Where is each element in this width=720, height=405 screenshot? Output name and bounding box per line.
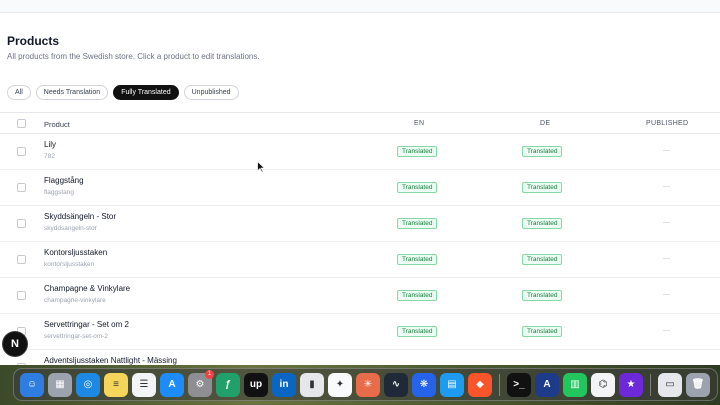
en-status-badge: Translated xyxy=(397,254,438,265)
page-title: Products xyxy=(7,34,60,48)
header-de: DE xyxy=(540,120,551,127)
product-slug: 782 xyxy=(44,153,55,160)
claude-icon[interactable]: ✳ xyxy=(356,372,380,397)
top-bar-remnant: — ― ——— ― xyxy=(60,0,133,3)
docker-icon[interactable]: ▤ xyxy=(440,372,464,397)
filter-unpublished[interactable]: Unpublished xyxy=(183,85,239,100)
row-checkbox[interactable] xyxy=(17,255,26,264)
notes-icon[interactable]: ≡ xyxy=(104,372,128,397)
launchpad-icon[interactable]: ▦ xyxy=(48,372,72,397)
chatgpt-icon[interactable]: ⌬ xyxy=(591,372,615,397)
top-bar: — ― ——— ― xyxy=(0,0,720,13)
product-name[interactable]: Champagne & Vinkylare xyxy=(44,284,130,293)
product-name[interactable]: Adventsljusstaken Nattlight - Mässing xyxy=(44,356,177,365)
document-preview-icon[interactable]: ▭ xyxy=(658,372,682,397)
de-status-badge: Translated xyxy=(522,254,563,265)
published-value: — xyxy=(663,219,670,226)
published-value: — xyxy=(663,255,670,262)
terminal-icon[interactable]: >_ xyxy=(507,372,531,397)
published-value: — xyxy=(663,291,670,298)
table-row[interactable]: Champagne & Vinkylare champagne-vinkylar… xyxy=(0,278,720,314)
page-subtitle: All products from the Swedish store. Cli… xyxy=(7,52,260,61)
select-all-checkbox[interactable] xyxy=(17,119,26,128)
mouse-cursor-icon xyxy=(257,161,265,173)
dock-separator xyxy=(650,373,651,396)
table-header: Product EN DE PUBLISHED xyxy=(0,112,720,134)
table-row[interactable]: Flaggstång flaggstang Translated Transla… xyxy=(0,170,720,206)
row-checkbox[interactable] xyxy=(17,147,26,156)
money-app-icon[interactable]: ƒ xyxy=(216,372,240,397)
published-value: — xyxy=(663,147,670,154)
table-row[interactable]: Kontorsljusstaken kontorsljusstaken Tran… xyxy=(0,242,720,278)
activity-monitor-icon[interactable]: ∿ xyxy=(384,372,408,397)
product-slug: skyddsangeln-stor xyxy=(44,225,97,232)
published-value: — xyxy=(663,183,670,190)
vectorworks-icon[interactable]: A xyxy=(535,372,559,397)
product-slug: kontorsljusstaken xyxy=(44,261,95,268)
macos-dock: ☺ ▦ ◎ ≡ ☰ A ⚙ 1 ƒ up in ▮ ✦ ✳ ∿ ❋ ▤ ◆ >_ A ▥ ⌬ ★ ▭ 🗑 xyxy=(13,368,718,401)
product-name[interactable]: Flaggstång xyxy=(44,176,84,185)
en-status-badge: Translated xyxy=(397,290,438,301)
en-status-badge: Translated xyxy=(397,182,438,193)
product-name[interactable]: Skyddsängeln - Stor xyxy=(44,212,116,221)
product-name[interactable]: Kontorsljusstaken xyxy=(44,248,107,257)
product-name[interactable]: Lily xyxy=(44,140,56,149)
notification-badge: 1 xyxy=(205,369,214,379)
filter-all[interactable]: All xyxy=(7,85,31,100)
en-status-badge: Translated xyxy=(397,326,438,337)
imovie-icon[interactable]: ★ xyxy=(619,372,643,397)
en-status-badge: Translated xyxy=(397,146,438,157)
next-devtools-button[interactable]: N xyxy=(3,332,27,356)
header-product[interactable]: Product xyxy=(44,120,70,129)
table-row[interactable]: Lily 782 Translated Translated — xyxy=(0,134,720,170)
header-en: EN xyxy=(414,120,425,127)
brave-icon[interactable]: ◆ xyxy=(468,372,492,397)
row-checkbox[interactable] xyxy=(17,291,26,300)
en-status-badge: Translated xyxy=(397,218,438,229)
table-row[interactable]: Skyddsängeln - Stor skyddsangeln-stor Tr… xyxy=(0,206,720,242)
published-value: — xyxy=(663,327,670,334)
product-slug: champagne-vinkylare xyxy=(44,297,106,304)
products-table: Product EN DE PUBLISHED Lily 782 Transla… xyxy=(0,112,720,386)
finder-icon[interactable]: ☺ xyxy=(20,372,44,397)
gemini-icon[interactable]: ✦ xyxy=(328,372,352,397)
safari-icon[interactable]: ◎ xyxy=(76,372,100,397)
de-status-badge: Translated xyxy=(522,218,563,229)
system-settings-icon[interactable]: ⚙ 1 xyxy=(188,369,214,397)
filter-fully-translated[interactable]: Fully Translated xyxy=(113,85,179,100)
table-row[interactable]: Servettringar - Set om 2 servettringar-s… xyxy=(0,314,720,350)
filter-needs-translation[interactable]: Needs Translation xyxy=(35,85,109,100)
trash-icon[interactable]: 🗑 xyxy=(686,372,710,397)
header-published: PUBLISHED xyxy=(646,120,689,127)
linkedin-icon[interactable]: in xyxy=(272,372,296,397)
product-slug: flaggstang xyxy=(44,189,74,196)
filter-bar: All Needs Translation Fully Translated U… xyxy=(7,85,239,100)
books-icon[interactable]: ▮ xyxy=(300,372,324,397)
row-checkbox[interactable] xyxy=(17,183,26,192)
numbers-icon[interactable]: ▥ xyxy=(563,372,587,397)
de-status-badge: Translated xyxy=(522,290,563,301)
row-checkbox[interactable] xyxy=(17,219,26,228)
upwork-icon[interactable]: up xyxy=(244,372,268,397)
flower-app-icon[interactable]: ❋ xyxy=(412,372,436,397)
app-store-icon[interactable]: A xyxy=(160,372,184,397)
de-status-badge: Translated xyxy=(522,326,563,337)
reminders-icon[interactable]: ☰ xyxy=(132,372,156,397)
de-status-badge: Translated xyxy=(522,182,563,193)
dock-separator xyxy=(499,373,500,396)
product-slug: servettringar-set-om-2 xyxy=(44,333,108,340)
product-name[interactable]: Servettringar - Set om 2 xyxy=(44,320,129,329)
de-status-badge: Translated xyxy=(522,146,563,157)
